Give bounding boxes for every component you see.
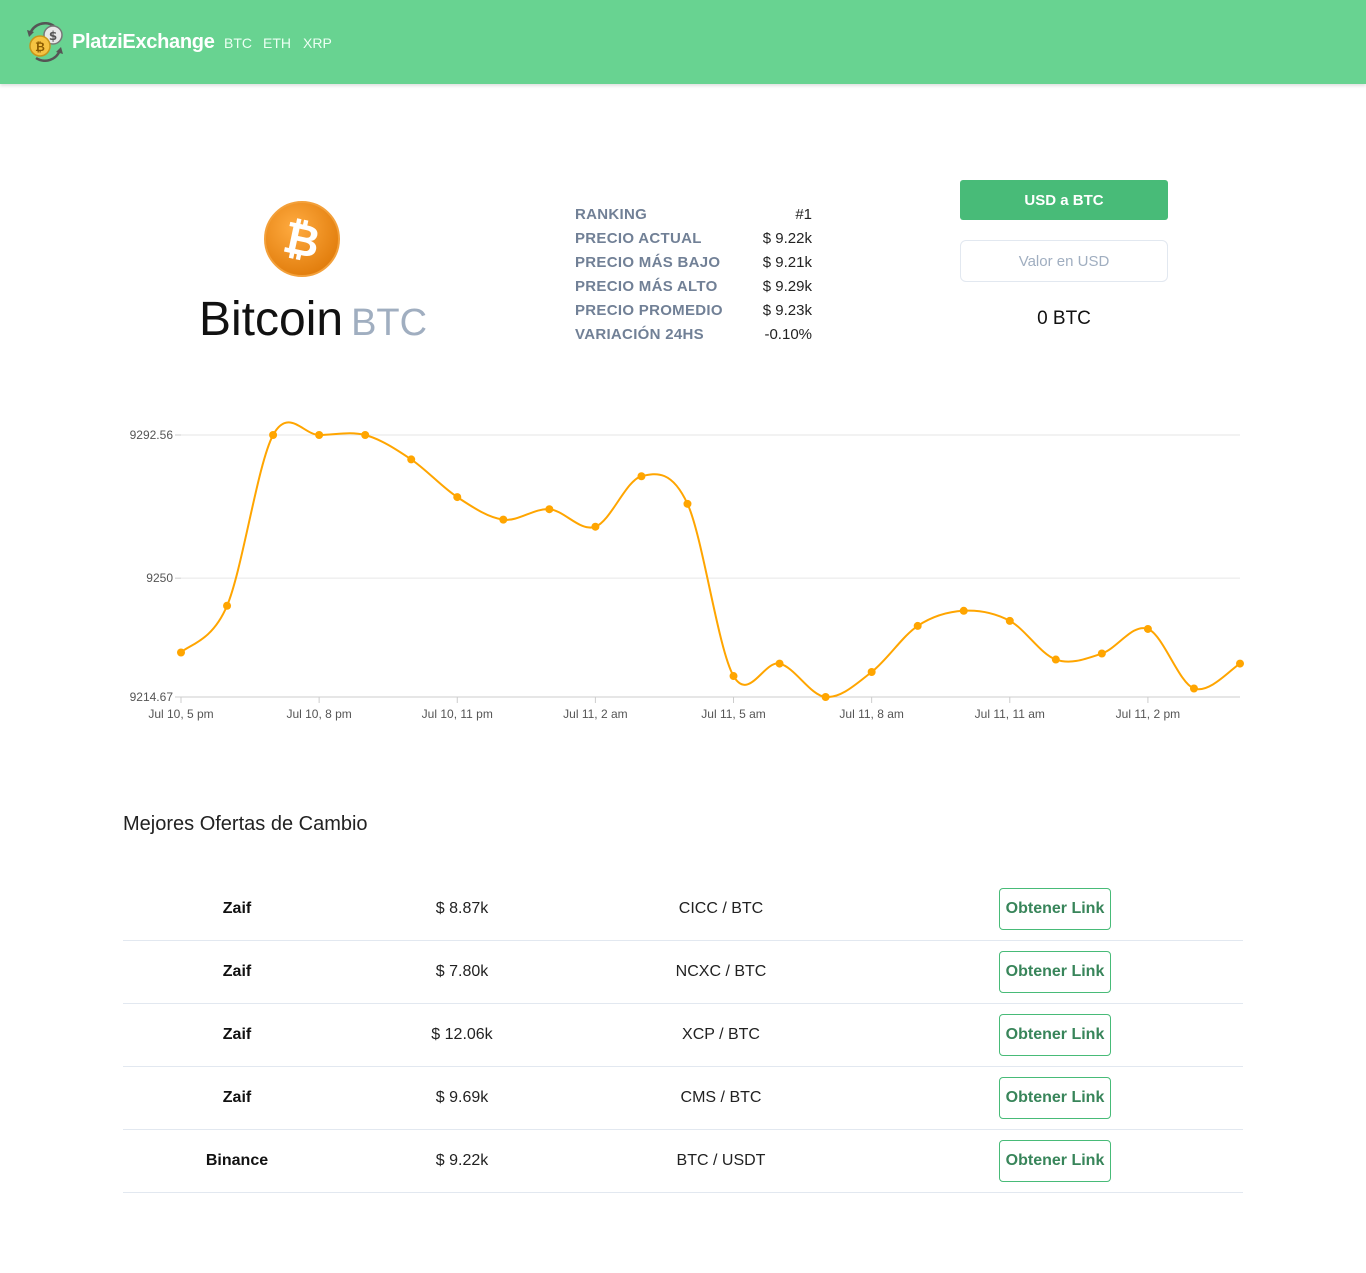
stat-value: #1 (795, 206, 812, 223)
y-tick-label: 9214.67 (130, 690, 174, 704)
trading-pair: NCXC / BTC (675, 963, 767, 980)
offer-price: $ 9.69k (435, 1089, 489, 1106)
y-tick-label: 9292.56 (130, 428, 174, 442)
exchange-logo-icon[interactable]: $ ₿ (24, 22, 66, 62)
price-data-point (1189, 684, 1198, 693)
stat-row-ranking: RANKING #1 (575, 206, 812, 230)
y-tick-label: 9250 (146, 571, 173, 585)
table-row: Zaif $ 12.06k XCP / BTC Obtener Link (123, 1004, 1243, 1067)
exchange-name: Binance (205, 1152, 269, 1169)
price-data-point (315, 431, 324, 439)
price-data-point (1143, 624, 1152, 633)
svg-text:₿: ₿ (35, 40, 45, 54)
usd-amount-input[interactable] (960, 240, 1168, 282)
price-data-point (1051, 655, 1060, 664)
offer-price: $ 12.06k (431, 1026, 493, 1043)
get-link-button[interactable]: Obtener Link (999, 888, 1111, 930)
price-data-point (591, 522, 600, 531)
price-data-point (729, 672, 738, 681)
offers-title: Mejores Ofertas de Cambio (123, 813, 368, 835)
table-row: Zaif $ 9.69k CMS / BTC Obtener Link (123, 1067, 1243, 1130)
price-data-point (821, 693, 830, 701)
price-data-point (1236, 659, 1244, 668)
x-tick-label: Jul 11, 8 am (839, 707, 903, 721)
price-data-point (637, 472, 646, 481)
price-data-point (361, 431, 370, 439)
table-row: Binance $ 9.22k BTC / USDT Obtener Link (123, 1130, 1243, 1193)
price-data-point (1097, 649, 1106, 658)
table-row: Zaif $ 8.87k CICC / BTC Obtener Link (123, 878, 1243, 941)
x-tick-label: Jul 11, 11 am (975, 707, 1045, 721)
price-data-point (223, 601, 232, 610)
x-tick-label: Jul 11, 2 am (563, 707, 627, 721)
x-tick-label: Jul 10, 11 pm (422, 707, 493, 721)
svg-text:$: $ (49, 29, 57, 43)
get-link-button[interactable]: Obtener Link (999, 1014, 1111, 1056)
conversion-result: 0 BTC (1037, 308, 1091, 329)
stat-label: PRECIO MÁS ALTO (575, 278, 718, 295)
get-link-button[interactable]: Obtener Link (999, 1140, 1111, 1182)
offers-table: Zaif $ 8.87k CICC / BTC Obtener Link Zai… (123, 878, 1243, 1193)
price-data-point (545, 505, 554, 514)
brand-name[interactable]: PlatziExchange (72, 31, 215, 54)
trading-pair: XCP / BTC (682, 1026, 760, 1043)
nav-link-eth[interactable]: ETH (263, 35, 291, 51)
stat-label: PRECIO PROMEDIO (575, 302, 723, 319)
exchange-name: Zaif (222, 900, 252, 917)
x-tick-label: Jul 10, 5 pm (148, 707, 213, 721)
bitcoin-icon: ₿ (264, 201, 340, 277)
price-data-point (269, 431, 278, 439)
coin-name: Bitcoin (199, 293, 344, 346)
price-data-point (499, 515, 508, 524)
stat-row-current-price: PRECIO ACTUAL $ 9.22k (575, 230, 812, 254)
trading-pair: BTC / USDT (676, 1152, 766, 1169)
stat-row-average-price: PRECIO PROMEDIO $ 9.23k (575, 302, 812, 326)
stat-value: $ 9.29k (762, 278, 812, 295)
exchange-name: Zaif (222, 963, 252, 980)
coin-title: Bitcoin BTC (199, 292, 427, 347)
x-tick-label: Jul 10, 8 pm (286, 707, 351, 721)
price-data-point (1005, 616, 1014, 625)
convert-usd-to-btc-button[interactable]: USD a BTC (960, 180, 1168, 220)
stat-value: -0.10% (764, 326, 812, 343)
price-data-point (867, 668, 876, 677)
price-line-chart: 9214.67 9250 9292.56 Jul 10, 5 pm Jul 10, 8 … (130, 421, 1244, 721)
get-link-button[interactable]: Obtener Link (999, 951, 1111, 993)
trading-pair: CMS / BTC (680, 1089, 762, 1106)
stat-row-lowest-price: PRECIO MÁS BAJO $ 9.21k (575, 254, 812, 278)
price-series-line (180, 421, 1241, 699)
stat-label: VARIACIÓN 24HS (575, 326, 704, 343)
get-link-button[interactable]: Obtener Link (999, 1077, 1111, 1119)
stat-value: $ 9.21k (762, 254, 812, 271)
price-data-point (913, 621, 922, 630)
nav-link-btc[interactable]: BTC (224, 35, 252, 51)
x-tick-label: Jul 11, 5 am (701, 707, 765, 721)
stat-row-highest-price: PRECIO MÁS ALTO $ 9.29k (575, 278, 812, 302)
price-data-point (775, 659, 784, 668)
exchange-name: Zaif (222, 1026, 252, 1043)
price-data-point (453, 493, 462, 502)
stat-label: PRECIO ACTUAL (575, 230, 702, 247)
exchange-name: Zaif (222, 1089, 252, 1106)
table-row: Zaif $ 7.80k NCXC / BTC Obtener Link (123, 941, 1243, 1004)
stat-label: RANKING (575, 206, 648, 223)
coin-symbol: BTC (351, 302, 428, 344)
trading-pair: CICC / BTC (678, 900, 764, 917)
price-data-point (683, 499, 692, 508)
top-navbar: $ ₿ PlatziExchange BTC ETH XRP (0, 0, 1366, 84)
stat-row-variation: VARIACIÓN 24HS -0.10% (575, 326, 812, 350)
offer-price: $ 9.22k (435, 1152, 489, 1169)
price-data-point (959, 606, 968, 615)
nav-link-xrp[interactable]: XRP (303, 35, 332, 51)
x-tick-label: Jul 11, 2 pm (1116, 707, 1180, 721)
offer-price: $ 8.87k (435, 900, 489, 917)
price-data-point (177, 648, 185, 657)
stat-label: PRECIO MÁS BAJO (575, 254, 721, 271)
stat-value: $ 9.22k (762, 230, 812, 247)
price-data-point (407, 455, 416, 464)
offer-price: $ 7.80k (435, 963, 489, 980)
stat-value: $ 9.23k (762, 302, 812, 319)
